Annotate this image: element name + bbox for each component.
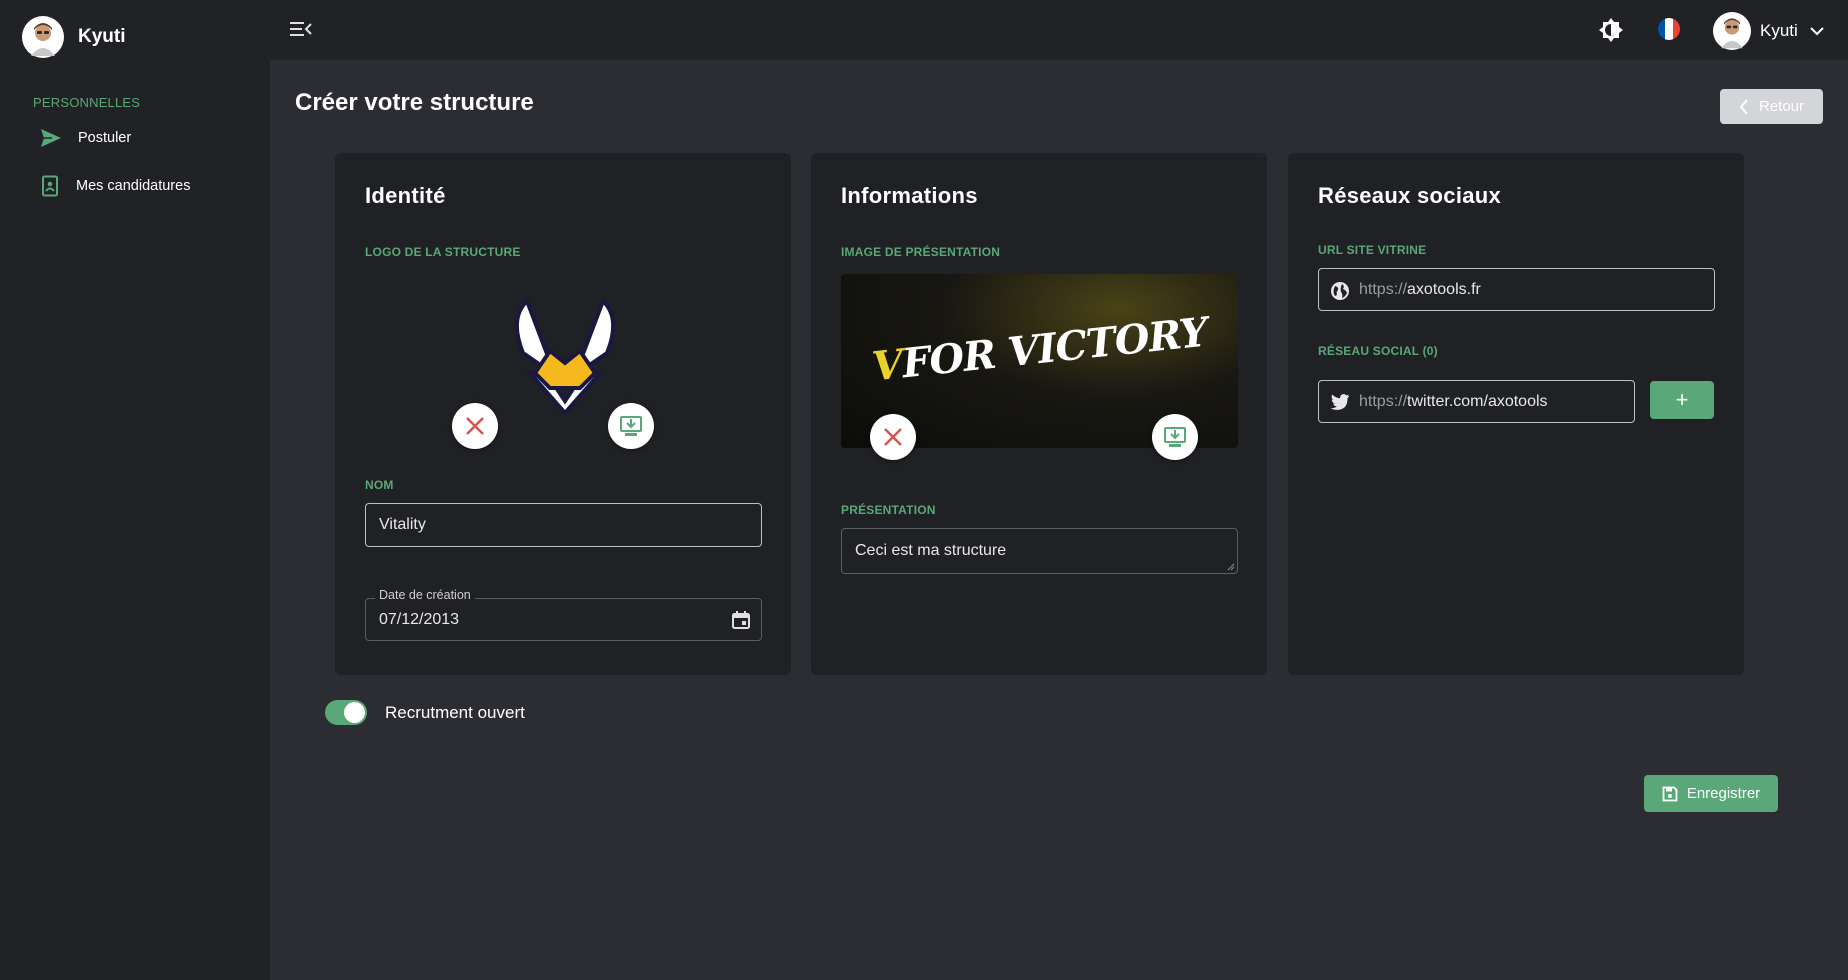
sidebar-item-label: Postuler [78, 130, 132, 146]
avatar [22, 16, 64, 58]
twitter-icon [1330, 394, 1350, 410]
remove-image-button[interactable] [870, 414, 916, 460]
social-card: Réseaux sociaux URL SITE VITRINE https:/… [1288, 153, 1744, 675]
social-network-value: https://twitter.com/axotools [1359, 393, 1548, 411]
flag-stripe-red [1672, 18, 1680, 40]
banner-text-rest: FOR VICTORY [899, 308, 1210, 388]
identity-card: Identité LOGO DE LA STRUCTURE NOM Vitali… [335, 153, 791, 675]
page-title: Créer votre structure [295, 89, 534, 116]
remove-logo-button[interactable] [452, 403, 498, 449]
identity-title: Identité [365, 183, 446, 208]
creation-date-field[interactable]: Date de création 07/12/2013 [365, 588, 762, 641]
send-icon [41, 129, 61, 147]
globe-icon [1331, 282, 1349, 300]
informations-title: Informations [841, 183, 978, 208]
save-button[interactable]: Enregistrer [1644, 775, 1778, 812]
avatar [1713, 12, 1751, 50]
document-icon [42, 175, 58, 197]
presentation-value: Ceci est ma structure [855, 542, 1007, 559]
close-icon [884, 428, 902, 446]
informations-card: Informations IMAGE DE PRÉSENTATION VFOR … [811, 153, 1267, 675]
site-url-value: https://axotools.fr [1359, 281, 1481, 299]
presentation-image-label: IMAGE DE PRÉSENTATION [841, 245, 1001, 259]
sidebar-item-mes-candidatures[interactable]: Mes candidatures [40, 175, 190, 197]
sidebar-section-label: PERSONNELLES [33, 95, 141, 110]
upload-image-button[interactable] [1152, 414, 1198, 460]
brand[interactable]: Kyuti [22, 16, 126, 58]
chevron-left-icon [1739, 98, 1748, 115]
calendar-icon[interactable] [731, 610, 751, 630]
flag-stripe-white [1665, 18, 1673, 40]
name-input-value: Vitality [379, 516, 426, 533]
social-network-input[interactable]: https://twitter.com/axotools [1318, 380, 1635, 423]
social-network-prefix: https:// [1359, 392, 1408, 410]
social-network-label: RÉSEAU SOCIAL (0) [1318, 344, 1438, 358]
banner-text: VFOR VICTORY [841, 305, 1238, 393]
upload-logo-button[interactable] [608, 403, 654, 449]
resize-grip-icon[interactable] [1227, 563, 1235, 571]
site-url-label: URL SITE VITRINE [1318, 243, 1427, 257]
logo-label: LOGO DE LA STRUCTURE [365, 245, 521, 259]
social-title: Réseaux sociaux [1318, 183, 1502, 208]
recruitment-label: Recrutment ouvert [385, 703, 525, 722]
name-input[interactable]: Vitality [365, 503, 762, 547]
brand-name: Kyuti [78, 26, 126, 47]
add-social-network-button[interactable]: + [1650, 381, 1714, 419]
social-network-domain: twitter.com/axotools [1407, 392, 1548, 410]
site-url-prefix: https:// [1359, 280, 1408, 298]
sidebar-item-postuler[interactable]: Postuler [40, 128, 131, 148]
name-label: NOM [365, 478, 394, 492]
user-menu[interactable]: Kyuti [1713, 12, 1824, 50]
sidebar: Kyuti PERSONNELLES Postuler Mes candidat… [0, 0, 270, 980]
site-url-domain: axotools.fr [1407, 280, 1481, 298]
download-icon [1164, 427, 1186, 447]
download-icon [620, 416, 642, 436]
recruitment-toggle[interactable] [325, 700, 367, 725]
save-button-label: Enregistrer [1686, 785, 1761, 802]
menu-collapse-icon[interactable] [290, 20, 312, 38]
close-icon [466, 417, 484, 435]
structure-logo[interactable] [505, 293, 625, 433]
user-name: Kyuti [1760, 21, 1798, 40]
language-flag-icon[interactable] [1658, 18, 1680, 40]
creation-date-value: 07/12/2013 [379, 610, 460, 628]
presentation-textarea[interactable]: Ceci est ma structure [841, 528, 1238, 574]
chevron-down-icon [1810, 27, 1824, 36]
sidebar-item-label: Mes candidatures [76, 178, 191, 194]
back-button[interactable]: Retour [1720, 89, 1823, 124]
topbar: Kyuti [270, 0, 1848, 60]
site-url-input[interactable]: https://axotools.fr [1318, 268, 1715, 311]
toggle-knob [344, 702, 365, 723]
back-button-label: Retour [1758, 98, 1805, 115]
flag-stripe-blue [1658, 18, 1666, 40]
save-icon [1662, 786, 1678, 801]
creation-date-label: Date de création [375, 588, 475, 602]
theme-toggle-icon[interactable] [1598, 17, 1624, 43]
presentation-label: PRÉSENTATION [841, 503, 936, 517]
